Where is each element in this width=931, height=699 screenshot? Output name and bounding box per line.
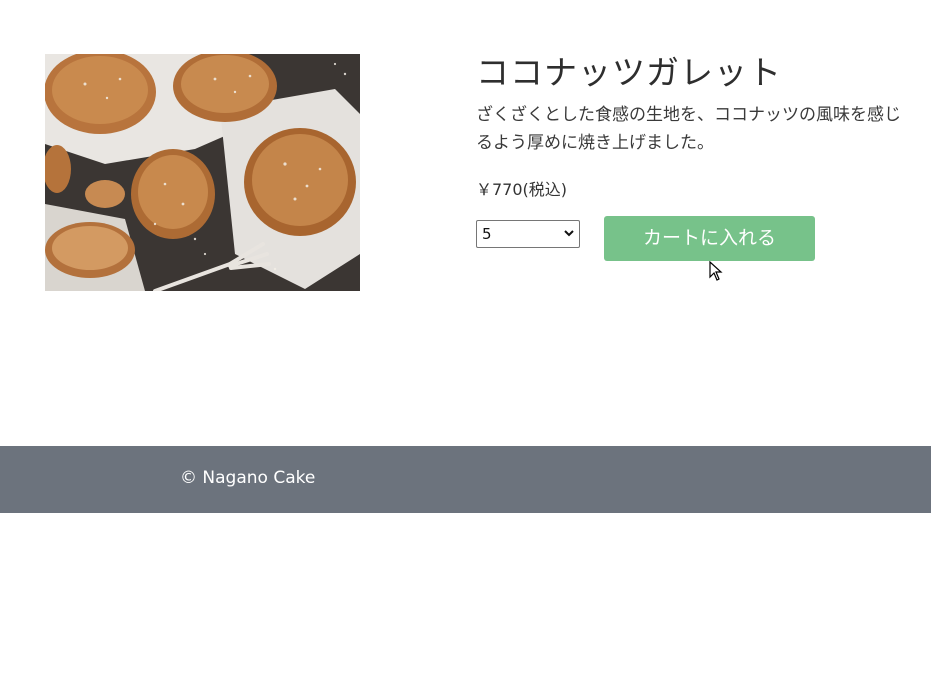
add-to-cart-button[interactable]: カートに入れる: [604, 216, 815, 261]
footer: © Nagano Cake: [0, 446, 931, 513]
quantity-select[interactable]: 5: [476, 220, 580, 248]
order-row: 5 カートに入れる: [476, 216, 906, 262]
product-description: ざくざくとした食感の生地を、ココナッツの風味を感じるよう厚めに焼き上げました。: [476, 105, 901, 153]
product-info: ココナッツガレット ざくざくとした食感の生地を、ココナッツの風味を感じるよう厚め…: [476, 52, 906, 262]
product-price: ￥770(税込): [476, 180, 568, 199]
product-photo-illustration: [45, 54, 360, 291]
chevron-down-icon: [564, 230, 574, 237]
footer-copyright: © Nagano Cake: [180, 468, 316, 488]
product-detail-page: ココナッツガレット ざくざくとした食感の生地を、ココナッツの風味を感じるよう厚め…: [0, 0, 931, 699]
product-name: ココナッツガレット: [476, 53, 782, 92]
quantity-selected-value: 5: [482, 225, 492, 243]
mouse-pointer-icon: [709, 261, 723, 281]
product-image: [45, 54, 360, 291]
